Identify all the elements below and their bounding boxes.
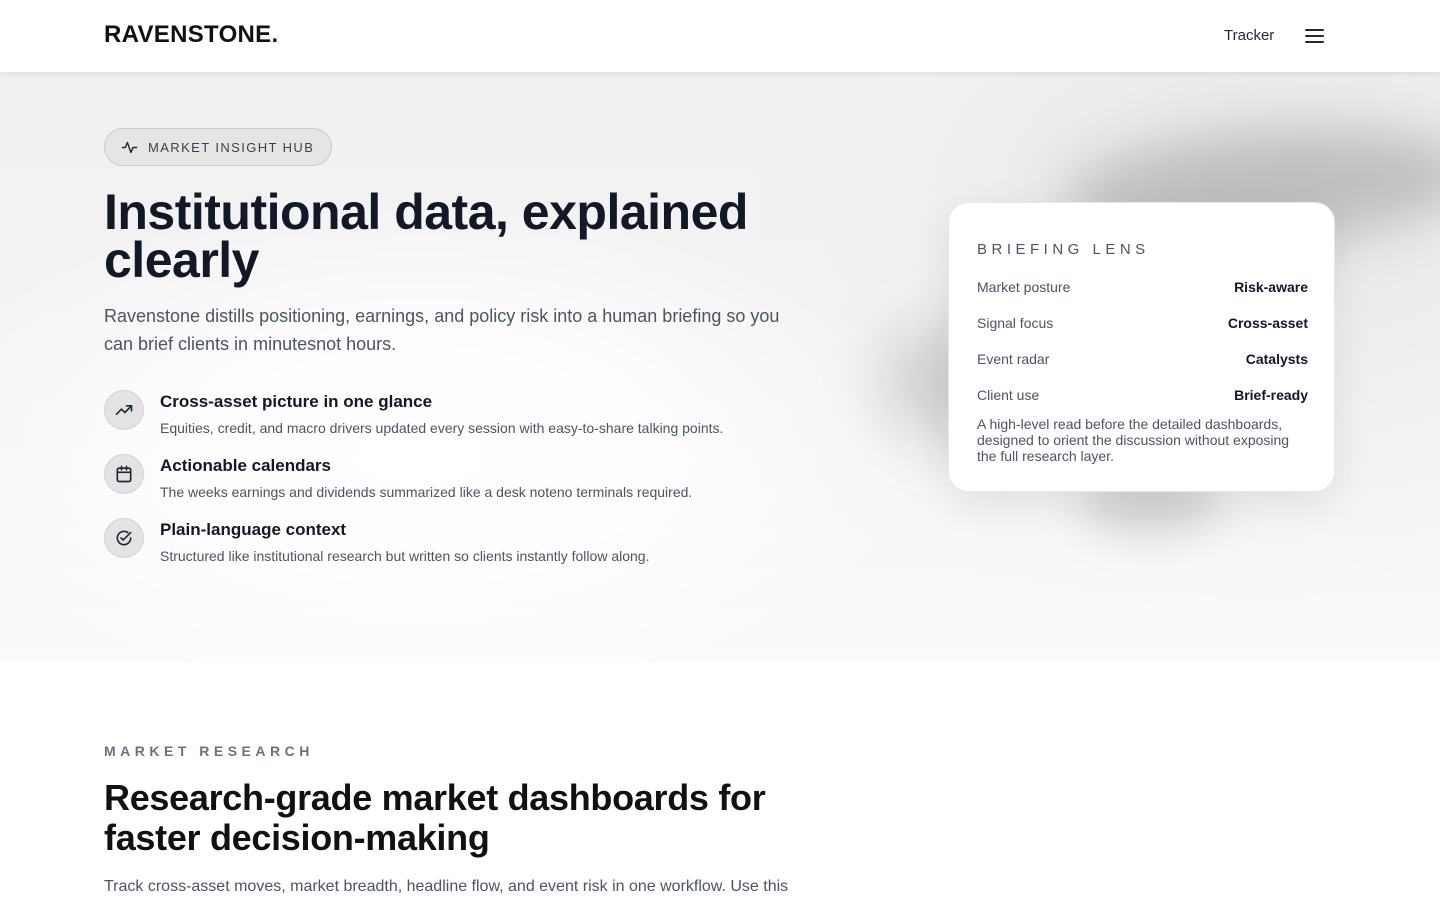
- feature-description: Equities, credit, and macro drivers upda…: [160, 420, 724, 436]
- card-heading: BRIEFING LENS: [977, 241, 1150, 258]
- briefing-row-label: Market posture: [977, 279, 1071, 295]
- feature-item: Cross-asset picture in one glance Equiti…: [104, 390, 804, 442]
- briefing-row-value: Brief-ready: [1234, 387, 1308, 403]
- briefing-row: Event radar Catalysts: [977, 351, 1308, 371]
- hero-title: Institutional data, explained clearly: [104, 184, 748, 288]
- section-eyebrow: MARKET RESEARCH: [104, 743, 314, 759]
- briefing-row: Signal focus Cross-asset: [977, 315, 1308, 335]
- activity-pulse-icon: [121, 141, 138, 153]
- brand-logo[interactable]: RAVENSTONE.: [104, 21, 278, 49]
- feature-title: Actionable calendars: [160, 456, 332, 475]
- briefing-row-label: Signal focus: [977, 315, 1054, 331]
- market-insight-badge: MARKET INSIGHT HUB: [104, 128, 333, 166]
- briefing-row: Client use Brief-ready: [977, 387, 1308, 407]
- feature-item: Plain-language context Structured like i…: [104, 518, 804, 570]
- feature-icon-badge: [104, 390, 144, 430]
- hamburger-menu-icon[interactable]: [1304, 26, 1326, 46]
- section-description: Track cross-asset moves, market breadth,…: [104, 878, 789, 895]
- badge-label: MARKET INSIGHT HUB: [148, 139, 315, 155]
- feature-description: Structured like institutional research b…: [160, 548, 650, 564]
- site-header: RAVENSTONE. Tracker: [0, 0, 1440, 72]
- briefing-row-value: Risk-aware: [1234, 279, 1308, 295]
- briefing-row-label: Client use: [977, 387, 1040, 403]
- nav-link-tracker[interactable]: Tracker: [1224, 27, 1274, 44]
- calendar-icon: [116, 465, 132, 483]
- card-note: A high-level read before the detailed da…: [977, 416, 1290, 464]
- hero-subtitle: Ravenstone distills positioning, earning…: [104, 306, 780, 354]
- check-circle-icon: [116, 530, 132, 546]
- feature-icon-badge: [104, 454, 144, 494]
- feature-title: Plain-language context: [160, 520, 347, 539]
- briefing-row-value: Catalysts: [1245, 351, 1308, 367]
- feature-description: The weeks earnings and dividends summari…: [160, 484, 693, 500]
- briefing-row-value: Cross-asset: [1227, 315, 1308, 331]
- feature-title: Cross-asset picture in one glance: [160, 392, 433, 411]
- briefing-lens-card: BRIEFING LENS Market posture Risk-aware …: [948, 202, 1335, 492]
- briefing-row: Market posture Risk-aware: [977, 279, 1308, 299]
- feature-item: Actionable calendars The weeks earnings …: [104, 454, 804, 506]
- section-title: Research-grade market dashboards for fas…: [104, 777, 766, 858]
- briefing-row-label: Event radar: [977, 351, 1050, 367]
- hero-section: MARKET INSIGHT HUB Institutional data, e…: [0, 72, 1440, 662]
- trending-up-icon: [115, 405, 133, 415]
- feature-icon-badge: [104, 518, 144, 558]
